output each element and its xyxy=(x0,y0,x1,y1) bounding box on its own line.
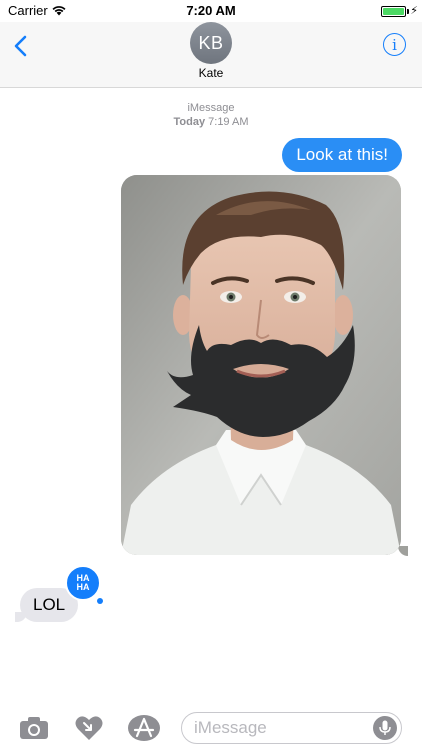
app-store-icon xyxy=(128,715,160,741)
status-bar: Carrier 7:20 AM ⚡ xyxy=(0,0,422,22)
battery-icon xyxy=(381,6,406,17)
info-button[interactable]: i xyxy=(383,33,406,56)
compose-bar xyxy=(0,705,422,750)
photo-bubble-tail xyxy=(398,546,408,556)
contact-avatar[interactable]: KB xyxy=(190,22,232,64)
camera-button[interactable] xyxy=(17,713,51,743)
digital-touch-button[interactable] xyxy=(72,713,106,743)
battery-cap xyxy=(407,9,409,14)
bolt-icon: ⚡ xyxy=(410,5,418,17)
status-time: 7:20 AM xyxy=(186,3,236,18)
message-timestamp: iMessage Today 7:19 AM xyxy=(0,101,422,129)
message-text: LOL xyxy=(33,595,66,614)
service-label: iMessage xyxy=(187,102,235,114)
outgoing-message-bubble[interactable]: Look at this! xyxy=(282,138,402,172)
message-input[interactable] xyxy=(194,713,364,743)
chevron-left-icon xyxy=(14,35,26,57)
contact-name[interactable]: Kate xyxy=(0,66,422,80)
avatar-initials: KB xyxy=(198,32,224,53)
tapback-label-bottom: HA xyxy=(76,582,90,592)
photo-young-man-cartoon-beard-sticker xyxy=(121,175,401,555)
dictation-button[interactable] xyxy=(373,716,397,740)
heart-touch-icon xyxy=(75,716,103,740)
conversation-header: KB Kate i xyxy=(0,22,422,88)
photo-message[interactable] xyxy=(121,175,401,555)
microphone-icon xyxy=(379,720,391,735)
day-label: Today xyxy=(173,116,206,128)
camera-icon xyxy=(20,717,48,739)
message-text: Look at this! xyxy=(296,145,388,164)
back-button[interactable] xyxy=(8,32,32,60)
info-icon: i xyxy=(392,35,397,54)
haha-tapback-icon[interactable]: HA HA xyxy=(65,565,101,601)
app-store-button[interactable] xyxy=(127,713,161,743)
time-label: 7:19 AM xyxy=(208,116,249,128)
message-field[interactable] xyxy=(181,712,402,744)
tapback-tail-dot xyxy=(97,598,103,604)
battery-level-fill xyxy=(383,8,404,15)
